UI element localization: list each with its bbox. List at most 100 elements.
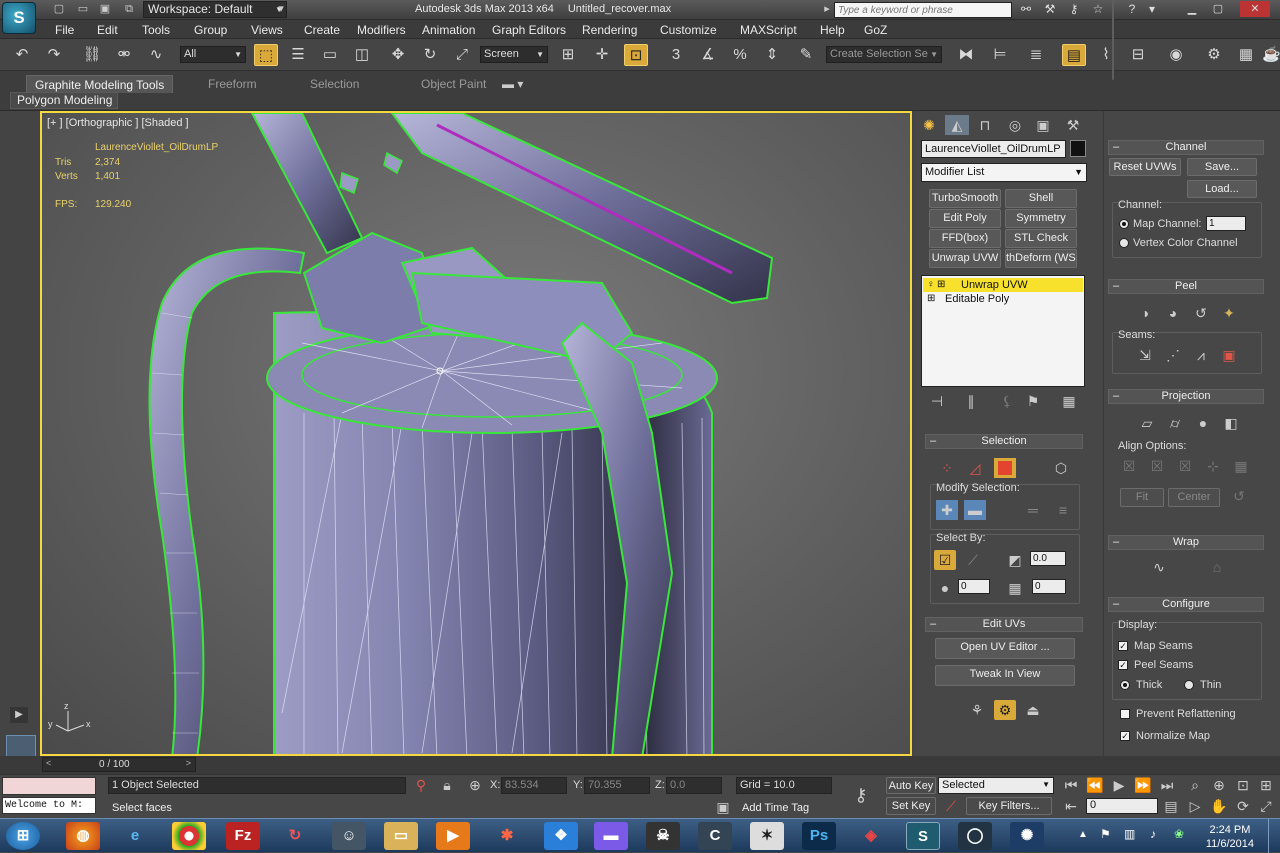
modify-tab-icon[interactable]: ◭	[945, 115, 969, 135]
spline-map-icon[interactable]: ∿	[1148, 557, 1170, 577]
snaps-toggle-icon[interactable]: 3	[664, 44, 688, 66]
modifier-symmetry-button[interactable]: Symmetry	[1005, 209, 1077, 228]
vertex-color-radio[interactable]	[1119, 238, 1129, 248]
modifier-stl-check-button[interactable]: STL Check	[1005, 229, 1077, 248]
dropbox-taskbar-icon[interactable]: ❖	[544, 822, 578, 850]
loop-selection-icon[interactable]: ≡	[1052, 500, 1074, 520]
star-icon[interactable]: ☆	[1090, 2, 1106, 17]
photoshop-taskbar-icon[interactable]: Ps	[802, 822, 836, 850]
x-coordinate-field[interactable]: 83.534	[501, 777, 567, 794]
key-icon[interactable]: ⚷	[846, 785, 876, 805]
chevron-left-icon[interactable]: <	[46, 758, 51, 768]
field-of-view-icon[interactable]: ▷	[1184, 796, 1206, 816]
time-config-icon[interactable]: ▤	[1160, 796, 1182, 816]
tab-freeform[interactable]: Freeform	[200, 75, 265, 93]
modifier-shell-button[interactable]: Shell	[1005, 189, 1077, 208]
binoculars-icon[interactable]: ⚯	[1018, 2, 1034, 17]
planar-angle-value[interactable]: 0.0	[1030, 551, 1066, 566]
create-tab-icon[interactable]: ✺	[917, 115, 941, 135]
normalize-map-checkbox[interactable]: ✓	[1120, 731, 1130, 741]
menu-goz[interactable]: GoZ	[864, 23, 887, 37]
redo-icon[interactable]: ↷	[42, 44, 66, 66]
play-icon[interactable]: ▶	[1108, 775, 1130, 795]
vertex-mode-icon[interactable]: ⁘	[936, 458, 958, 478]
named-selection-dropdown[interactable]: Create Selection Se ▼	[826, 46, 942, 63]
pivot-center-icon[interactable]: ⊞	[556, 44, 580, 66]
save-uvw-button[interactable]: Save...	[1187, 158, 1257, 176]
network-icon[interactable]: ▥	[1124, 827, 1135, 841]
quick-peel-icon[interactable]: ◑	[1134, 303, 1156, 323]
menu-edit[interactable]: Edit	[97, 23, 118, 37]
menu-graph-editors[interactable]: Graph Editors	[492, 23, 566, 37]
undo-icon[interactable]: ↶	[10, 44, 34, 66]
projection-rollout-header[interactable]: – Projection	[1108, 389, 1264, 404]
app8-taskbar-icon[interactable]: ◈	[854, 822, 888, 850]
thick-radio[interactable]	[1120, 680, 1130, 690]
stack-item-unwrap-uvw[interactable]: ♀ ⊞ Unwrap UVW	[923, 278, 1083, 292]
save-icon[interactable]: ▣	[98, 3, 112, 16]
modifier-list-dropdown[interactable]: Modifier List ▼	[921, 163, 1087, 182]
ring-selection-icon[interactable]: ═	[1022, 500, 1044, 520]
select-by-material-icon[interactable]: ●	[934, 578, 956, 598]
fit-button[interactable]: Fit	[1120, 488, 1164, 507]
configure-rollout-header[interactable]: – Configure	[1108, 597, 1264, 612]
prevent-reflattening-checkbox[interactable]	[1120, 709, 1130, 719]
point-to-point-seams-icon[interactable]: ⋰	[1162, 345, 1184, 365]
center-button[interactable]: Center	[1168, 488, 1220, 507]
expand-seams-icon[interactable]: ▣	[1218, 345, 1240, 365]
map-channel-spinner[interactable]: 1	[1206, 216, 1246, 231]
3dsmax-taskbar-icon[interactable]: S	[906, 822, 940, 850]
go-to-start-icon[interactable]: ⏮	[1060, 775, 1082, 795]
smoothing-group-spinner[interactable]: 0	[1032, 579, 1066, 594]
app2-taskbar-icon[interactable]: ☺	[332, 822, 366, 850]
menu-customize[interactable]: Customize	[660, 23, 717, 37]
graphite-toggle-icon[interactable]: ▤	[1062, 44, 1086, 66]
app9-taskbar-icon[interactable]: ◯	[958, 822, 992, 850]
zoom-extents-all-icon[interactable]: ⊞	[1256, 775, 1276, 795]
tweak-in-view-button[interactable]: Tweak In View	[935, 665, 1075, 686]
ie-taskbar-icon[interactable]: e	[118, 822, 152, 850]
edit-named-selection-icon[interactable]: ✎	[794, 44, 818, 66]
tray-arrow-icon[interactable]: ▲	[1078, 829, 1088, 840]
zoom-icon[interactable]: ⌕	[1184, 775, 1206, 795]
chevron-right-icon[interactable]: >	[186, 758, 191, 768]
edge-to-seams-icon[interactable]: ⩘	[1190, 345, 1212, 365]
remove-modifier-icon[interactable]: ⚑	[1022, 391, 1044, 411]
stack-item-editable-poly[interactable]: ⊞ Editable Poly	[923, 292, 1083, 306]
new-file-icon[interactable]: ▢	[52, 3, 66, 16]
render-frame-icon[interactable]: ▦	[1234, 44, 1258, 66]
rect-selection-icon[interactable]: ▭	[318, 44, 342, 66]
unfold-strip-icon[interactable]: ⌂	[1206, 557, 1228, 577]
relax-icon[interactable]: ✦	[1218, 303, 1240, 323]
unlink-icon[interactable]: ⚮	[112, 44, 136, 66]
set-key-button[interactable]: Set Key	[886, 797, 936, 815]
curve-editor-icon[interactable]: ⌇	[1094, 44, 1118, 66]
app-taskbar-icon[interactable]: ↻	[278, 822, 312, 850]
menu-modifiers[interactable]: Modifiers	[357, 23, 406, 37]
render-setup-icon[interactable]: ⚙	[1202, 44, 1226, 66]
menu-rendering[interactable]: Rendering	[582, 23, 637, 37]
viewport-orthographic[interactable]: z x y [+ ] [Orthographic ] [Shaded ] Lau…	[40, 111, 912, 756]
bind-space-warp-icon[interactable]: ∿	[144, 44, 168, 66]
align-y-icon[interactable]: ☒	[1146, 456, 1168, 476]
make-unique-icon[interactable]: ⚸	[996, 391, 1018, 411]
box-map-icon[interactable]: ◧	[1220, 413, 1242, 433]
current-frame-field[interactable]: 0	[1086, 798, 1158, 814]
flatten-map-icon[interactable]: ⏏	[1022, 700, 1044, 720]
key-mode-toggle-icon[interactable]: ⇤	[1060, 796, 1082, 816]
app5-taskbar-icon[interactable]: ☠	[646, 822, 680, 850]
tray-app-icon[interactable]: ❀	[1174, 827, 1184, 841]
workspace-dropdown[interactable]: Workspace: Default ▼	[143, 1, 287, 18]
ignore-backfacing-icon[interactable]: ⟋	[962, 550, 984, 570]
tab-polygon-modeling[interactable]: Polygon Modeling	[10, 92, 118, 109]
wrap-rollout-header[interactable]: – Wrap	[1108, 535, 1264, 550]
expand-icon[interactable]: ⊞	[937, 278, 945, 292]
modifier-pathdeform-button[interactable]: thDeform (WSI	[1005, 249, 1077, 268]
clock[interactable]: 2:24 PM 11/6/2014	[1206, 823, 1254, 851]
isolate-icon[interactable]: ⚲	[410, 775, 432, 795]
planar-map-icon[interactable]: ▱	[1136, 413, 1158, 433]
utilities-tab-icon[interactable]: ⚒	[1061, 115, 1085, 135]
app6-taskbar-icon[interactable]: C	[698, 822, 732, 850]
zoom-extents-icon[interactable]: ⊡	[1232, 775, 1254, 795]
align-icon[interactable]: ⊨	[988, 44, 1012, 66]
